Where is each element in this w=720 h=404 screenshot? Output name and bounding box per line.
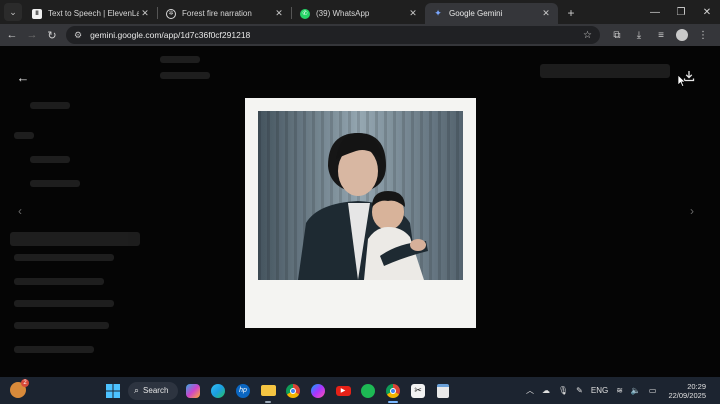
- clock-time: 20:29: [687, 381, 706, 391]
- dimmed-sidebar-row: [30, 102, 70, 109]
- tab-elevenlabs[interactable]: II Text to Speech | ElevenLabs ✕: [24, 3, 157, 24]
- dimmed-topbar-pill: [540, 64, 670, 78]
- reload-icon[interactable]: ↻: [42, 25, 62, 45]
- forward-icon[interactable]: →: [22, 25, 42, 45]
- file-explorer-icon[interactable]: [258, 381, 278, 403]
- running-indicator: [388, 400, 398, 403]
- toolbar-actions: ⧉ ⤓ ≡ ⋮: [606, 24, 714, 46]
- windows-start-icon[interactable]: [103, 381, 123, 401]
- tab-close-icon[interactable]: ✕: [407, 8, 419, 19]
- chrome-active-icon[interactable]: [383, 381, 403, 403]
- clock[interactable]: 20:29 22/09/2025: [664, 382, 710, 400]
- new-tab-button[interactable]: +: [562, 4, 580, 22]
- tab-title: Google Gemini: [449, 9, 503, 18]
- tab-google-gemini[interactable]: ✦ Google Gemini ✕: [425, 3, 558, 24]
- gemini-icon: ✦: [434, 8, 442, 18]
- tab-title: Forest fire narration: [182, 9, 252, 18]
- running-indicator: [265, 400, 271, 403]
- elevenlabs-icon: II: [32, 8, 42, 19]
- tray-overflow-chevron-icon[interactable]: ︿: [526, 385, 534, 396]
- address-bar[interactable]: ⚙ gemini.google.com/app/1d7c36f0cf291218…: [66, 26, 600, 44]
- dimmed-sidebar-row: [14, 254, 114, 261]
- taskbar-apps: ⌕ Search hp ▶ ✂: [103, 380, 458, 403]
- dimmed-sidebar-row: [14, 300, 114, 307]
- capcut-icon[interactable]: ✂: [408, 381, 428, 401]
- wifi-icon[interactable]: ≋: [616, 386, 623, 395]
- tab-search-button[interactable]: ⌄: [4, 3, 22, 21]
- extensions-icon[interactable]: ⧉: [606, 24, 628, 46]
- site-settings-icon[interactable]: ⚙: [74, 30, 82, 41]
- battery-icon[interactable]: ▭: [649, 386, 657, 395]
- tab-title: Text to Speech | ElevenLabs: [48, 9, 139, 18]
- cloud-icon[interactable]: ☁: [542, 386, 550, 395]
- media-controls-icon[interactable]: ≡: [650, 24, 672, 46]
- system-tray: ︿ ☁ 🎙 ✎ ENG ≋ 🔈 ▭ 20:29 22/09/2025: [522, 377, 720, 404]
- window-controls: — ❐ ✕: [642, 0, 720, 24]
- profile-avatar[interactable]: [676, 29, 688, 41]
- minimize-icon[interactable]: —: [642, 0, 668, 24]
- dimmed-sidebar-row: [14, 346, 94, 353]
- tab-close-icon[interactable]: ✕: [273, 8, 285, 19]
- clock-date: 22/09/2025: [668, 390, 706, 400]
- generated-image-polaroid: [245, 98, 476, 328]
- microphone-icon[interactable]: 🎙: [558, 386, 568, 395]
- hp-app-icon[interactable]: hp: [233, 381, 253, 401]
- dimmed-sidebar-row: [14, 278, 104, 285]
- tab-title: (39) WhatsApp: [316, 9, 370, 18]
- weather-widget-icon[interactable]: 2: [10, 379, 29, 398]
- chrome-menu-icon[interactable]: ⋮: [692, 24, 714, 46]
- language-indicator[interactable]: ENG: [591, 386, 608, 395]
- close-window-icon[interactable]: ✕: [694, 0, 720, 24]
- edge-browser-icon[interactable]: [208, 381, 228, 401]
- screen: ⌄ II Text to Speech | ElevenLabs ✕ ✲ For…: [0, 0, 720, 404]
- dimmed-sidebar-row: [30, 156, 70, 163]
- os-taskbar: 2 ⌕ Search hp ▶ ✂ ︿ ☁ 🎙 ✎ ENG ≋ 🔈 ▭ 20:2…: [0, 377, 720, 404]
- mouse-cursor-icon: [677, 74, 687, 92]
- dimmed-sidebar-row: [160, 72, 210, 79]
- youtube-icon[interactable]: ▶: [333, 381, 353, 401]
- dimmed-sidebar-row: [160, 56, 200, 63]
- dimmed-sidebar-row: [14, 322, 109, 329]
- dimmed-sidebar-row: [30, 180, 80, 187]
- chrome-icon[interactable]: [283, 381, 303, 401]
- downloads-icon[interactable]: ⤓: [628, 24, 650, 46]
- tab-forest-fire-narration[interactable]: ✲ Forest fire narration ✕: [158, 3, 291, 24]
- bookmark-star-icon[interactable]: ☆: [583, 30, 592, 41]
- volume-icon[interactable]: 🔈: [631, 386, 641, 395]
- dimmed-sidebar-row: [10, 232, 140, 246]
- tab-close-icon[interactable]: ✕: [540, 8, 552, 19]
- back-icon[interactable]: ←: [2, 25, 22, 45]
- dimmed-sidebar-row: [14, 132, 34, 139]
- taskbar-search-label: Search: [143, 386, 169, 395]
- openai-icon: ✲: [166, 8, 176, 19]
- restore-icon[interactable]: ❐: [668, 0, 694, 24]
- notification-badge: 2: [21, 379, 29, 387]
- previous-image-chevron-icon[interactable]: ‹: [18, 204, 22, 218]
- spotify-icon[interactable]: [358, 381, 378, 401]
- tab-strip: ⌄ II Text to Speech | ElevenLabs ✕ ✲ For…: [0, 0, 720, 24]
- whatsapp-icon: ✆: [300, 8, 310, 19]
- image-viewer: ← ‹ ›: [0, 46, 720, 377]
- search-icon: ⌕: [134, 385, 140, 395]
- url-text: gemini.google.com/app/1d7c36f0cf291218: [90, 30, 251, 40]
- taskbar-search[interactable]: ⌕ Search: [128, 381, 178, 400]
- notepad-icon[interactable]: [433, 381, 453, 401]
- next-image-chevron-icon[interactable]: ›: [690, 204, 694, 218]
- tab-whatsapp[interactable]: ✆ (39) WhatsApp ✕: [292, 3, 425, 24]
- copilot-icon[interactable]: [183, 381, 203, 401]
- tab-close-icon[interactable]: ✕: [139, 8, 151, 19]
- messenger-icon[interactable]: [308, 381, 328, 401]
- pen-icon[interactable]: ✎: [576, 386, 583, 395]
- browser-toolbar: ← → ↻ ⚙ gemini.google.com/app/1d7c36f0cf…: [0, 24, 720, 46]
- close-viewer-back-icon[interactable]: ←: [14, 68, 32, 86]
- generated-image-photo: [258, 111, 463, 280]
